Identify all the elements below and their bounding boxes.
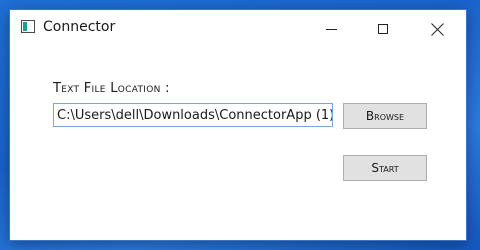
text-file-location-label: Text File Location : bbox=[53, 81, 170, 96]
maximize-button[interactable] bbox=[360, 10, 406, 48]
maximize-icon bbox=[378, 24, 388, 34]
window-title: Connector bbox=[43, 19, 116, 35]
close-button[interactable] bbox=[414, 10, 460, 48]
app-window-icon bbox=[21, 20, 35, 33]
minimize-icon bbox=[325, 28, 337, 30]
browse-button[interactable]: Browse bbox=[343, 103, 427, 129]
start-button[interactable]: Start bbox=[343, 155, 427, 181]
title-bar[interactable]: Connector bbox=[10, 10, 466, 48]
app-icon-accent bbox=[23, 22, 27, 31]
connector-window: Connector Text File Location : Browse St… bbox=[9, 9, 467, 241]
file-path-input[interactable] bbox=[53, 103, 333, 127]
minimize-button[interactable] bbox=[308, 10, 354, 48]
close-icon bbox=[431, 23, 444, 36]
